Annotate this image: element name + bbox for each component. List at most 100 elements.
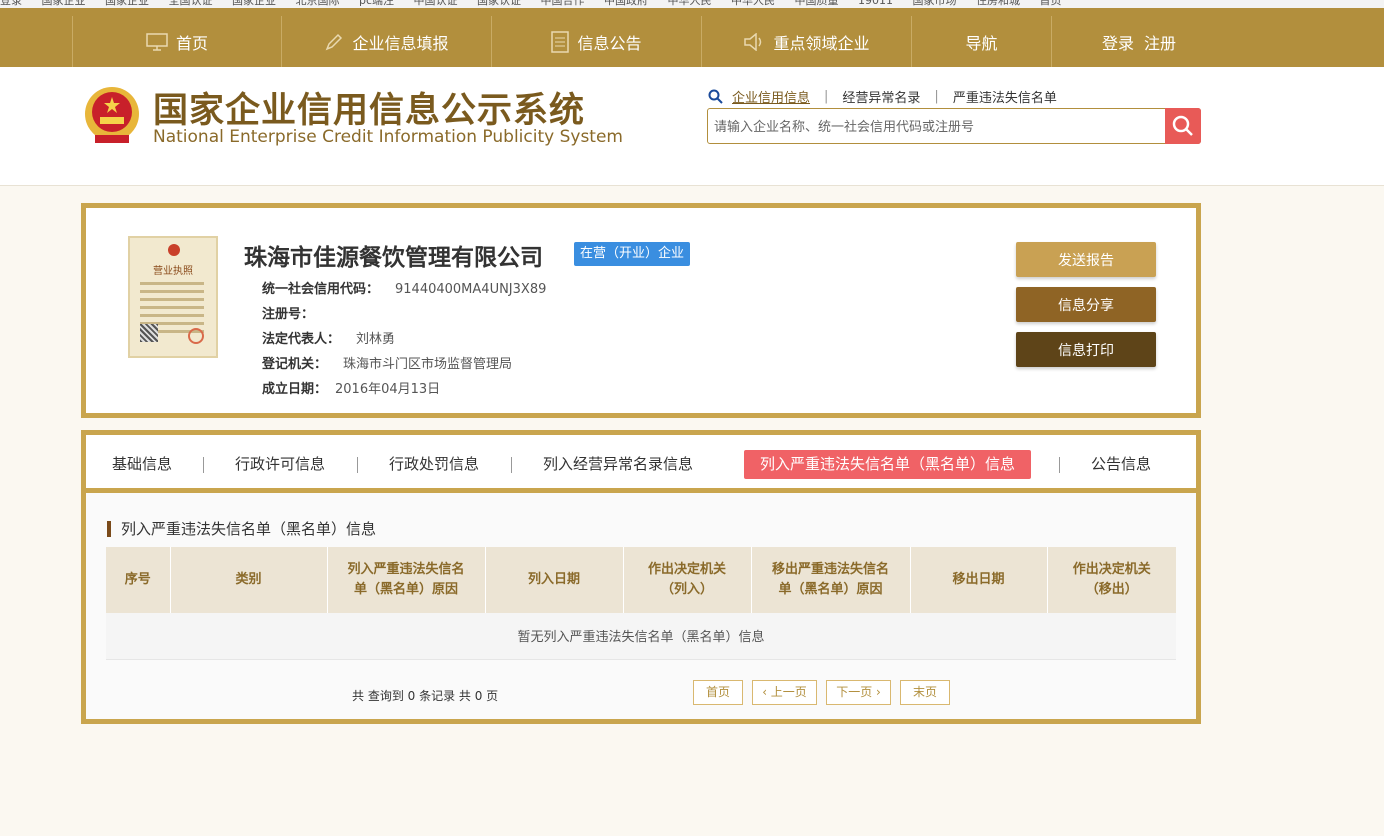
license-title: 营业执照 — [153, 266, 193, 277]
pen-icon — [326, 33, 343, 50]
bookmark-item[interactable]: 全国认证 — [169, 0, 213, 6]
monitor-icon — [146, 32, 168, 51]
empty-message: 暂无列入严重违法失信名单（黑名单）信息 — [106, 613, 1176, 660]
content-panel: 基础信息 行政许可信息 行政处罚信息 列入经营异常名录信息 列入严重违法失信名单… — [81, 430, 1201, 724]
tab-license[interactable]: 行政许可信息 — [235, 450, 325, 479]
info-reg-no: 注册号： — [262, 303, 330, 322]
bookmark-item[interactable]: 住房和城 — [976, 0, 1020, 6]
search-tab-blacklist[interactable]: 严重违法失信名单 — [953, 87, 1057, 106]
tab-announcement[interactable]: 公告信息 — [1091, 450, 1151, 479]
register-link[interactable]: 注册 — [1144, 30, 1176, 54]
search-tab-abnormal[interactable]: 经营异常名录 — [842, 87, 920, 106]
nav-home[interactable]: 首页 — [72, 16, 282, 67]
info-label: 登记机关： — [262, 357, 328, 372]
bookmark-item[interactable]: 中国质量 — [795, 0, 839, 6]
bookmark-item[interactable]: 国家企业 — [42, 0, 86, 6]
login-link[interactable]: 登录 — [1102, 30, 1134, 54]
pager-first-button[interactable]: 首页 — [693, 680, 743, 705]
col-remove-reason: 移出严重违法失信名 单（黑名单）原因 — [751, 547, 911, 613]
bookmark-item[interactable]: 中国合作 — [541, 0, 585, 6]
bookmark-item[interactable]: 19011 — [858, 0, 893, 6]
nav-key-label: 重点领域企业 — [773, 33, 870, 53]
divider — [1059, 457, 1060, 473]
col-category: 类别 — [170, 547, 328, 613]
bookmark-item[interactable]: 登录 — [0, 0, 22, 6]
pager-next-button[interactable]: 下一页 › — [826, 680, 891, 705]
info-value: 91440400MA4UNJ3X89 — [395, 282, 547, 297]
bookmark-item[interactable]: 国家市场 — [913, 0, 957, 6]
nav-key[interactable]: 重点领域企业 — [702, 16, 912, 67]
send-report-button[interactable]: 发送报告 — [1016, 242, 1156, 277]
document-icon — [551, 30, 570, 53]
table-header-row: 序号 类别 列入严重违法失信名 单（黑名单）原因 列入日期 作出决定机关 （列入） … — [106, 547, 1176, 613]
print-info-button[interactable]: 信息打印 — [1016, 332, 1156, 367]
search-tabs: 企业信用信息 | 经营异常名录 | 严重违法失信名单 — [708, 87, 1057, 106]
info-label: 注册号： — [262, 307, 315, 322]
seal-icon — [188, 328, 204, 344]
share-info-button[interactable]: 信息分享 — [1016, 287, 1156, 322]
info-label: 法定代表人： — [262, 332, 341, 347]
divider: | — [934, 89, 939, 104]
search-icon — [708, 89, 723, 104]
bookmark-item[interactable]: pc端注 — [359, 0, 394, 6]
col-remove-authority: 作出决定机关 （移出） — [1047, 547, 1176, 613]
tab-abnormal[interactable]: 列入经营异常名录信息 — [543, 450, 693, 479]
nav-fill[interactable]: 企业信息填报 — [282, 16, 492, 67]
bookmark-item[interactable]: 国家企业 — [232, 0, 276, 6]
col-list-authority: 作出决定机关 （列入） — [623, 547, 752, 613]
nav-guide[interactable]: 导航 — [912, 16, 1052, 67]
bookmark-item[interactable]: 北京国际 — [296, 0, 340, 6]
bookmark-item[interactable]: 国家认证 — [477, 0, 521, 6]
info-label: 成立日期： — [262, 382, 328, 397]
tab-penalty[interactable]: 行政处罚信息 — [389, 450, 479, 479]
search-tab-credit[interactable]: 企业信用信息 — [732, 87, 810, 106]
info-authority: 登记机关： 珠海市斗门区市场监督管理局 — [262, 353, 512, 372]
pager-last-button[interactable]: 末页 — [900, 680, 950, 705]
col-list-reason: 列入严重违法失信名 单（黑名单）原因 — [327, 547, 486, 613]
site-header: 国家企业信用信息公示系统 National Enterprise Credit … — [0, 67, 1384, 186]
license-emblem-icon — [168, 244, 180, 256]
info-credit-code: 统一社会信用代码： 91440400MA4UNJ3X89 — [262, 278, 546, 297]
search-button[interactable] — [1165, 108, 1201, 144]
search-box — [707, 108, 1201, 144]
qr-code-icon — [140, 324, 158, 342]
nav-guide-label: 导航 — [965, 33, 998, 53]
info-established: 成立日期： 2016年04月13日 — [262, 378, 440, 397]
search-input[interactable] — [714, 117, 1154, 137]
info-legal-rep: 法定代表人： 刘林勇 — [262, 328, 395, 347]
info-value: 2016年04月13日 — [335, 382, 441, 397]
nav-notice-label: 信息公告 — [577, 33, 642, 53]
bookmark-item[interactable]: 国家企业 — [105, 0, 149, 6]
nav-home-label: 首页 — [175, 33, 208, 53]
pager-prev-button[interactable]: ‹ 上一页 — [752, 680, 817, 705]
business-license-image[interactable]: 营业执照 — [128, 236, 218, 358]
bookmarks-bar: 登录 国家企业 国家企业 全国认证 国家企业 北京国际 pc端注 中国认证 国家… — [0, 0, 1384, 8]
col-index: 序号 — [106, 547, 171, 613]
bookmark-item[interactable]: 中华人民 — [668, 0, 712, 6]
blacklist-table: 序号 类别 列入严重违法失信名 单（黑名单）原因 列入日期 作出决定机关 （列入） … — [106, 547, 1176, 660]
nav-notice[interactable]: 信息公告 — [492, 16, 702, 67]
bookmark-item[interactable]: 中国认证 — [414, 0, 458, 6]
col-list-date: 列入日期 — [485, 547, 624, 613]
pager-info: 共 查询到 0 条记录 共 0 页 — [352, 689, 499, 703]
info-tabs: 基础信息 行政许可信息 行政处罚信息 列入经营异常名录信息 列入严重违法失信名单… — [86, 435, 1196, 493]
nav-fill-label: 企业信息填报 — [352, 33, 449, 53]
status-badge: 在营（开业）企业 — [574, 242, 691, 266]
speaker-icon — [744, 32, 762, 51]
info-value: 珠海市斗门区市场监督管理局 — [343, 357, 513, 372]
info-label: 统一社会信用代码： — [262, 282, 380, 297]
divider: | — [824, 89, 829, 104]
divider — [511, 457, 512, 473]
search-icon — [1172, 115, 1193, 136]
tab-basic[interactable]: 基础信息 — [112, 450, 172, 479]
national-emblem-icon — [85, 87, 139, 143]
divider — [357, 457, 358, 473]
bookmark-item[interactable]: 中华人民 — [731, 0, 775, 6]
tab-blacklist[interactable]: 列入严重违法失信名单（黑名单）信息 — [744, 450, 1032, 479]
bookmark-item[interactable]: 首页 — [1040, 0, 1062, 6]
divider — [203, 457, 204, 473]
col-remove-date: 移出日期 — [910, 547, 1048, 613]
bookmark-item[interactable]: 中国政府 — [604, 0, 648, 6]
table-row: 暂无列入严重违法失信名单（黑名单）信息 — [106, 613, 1176, 660]
top-nav: 首页 企业信息填报 信息公告 重点领域企业 导航 登录 注册 — [0, 8, 1384, 67]
